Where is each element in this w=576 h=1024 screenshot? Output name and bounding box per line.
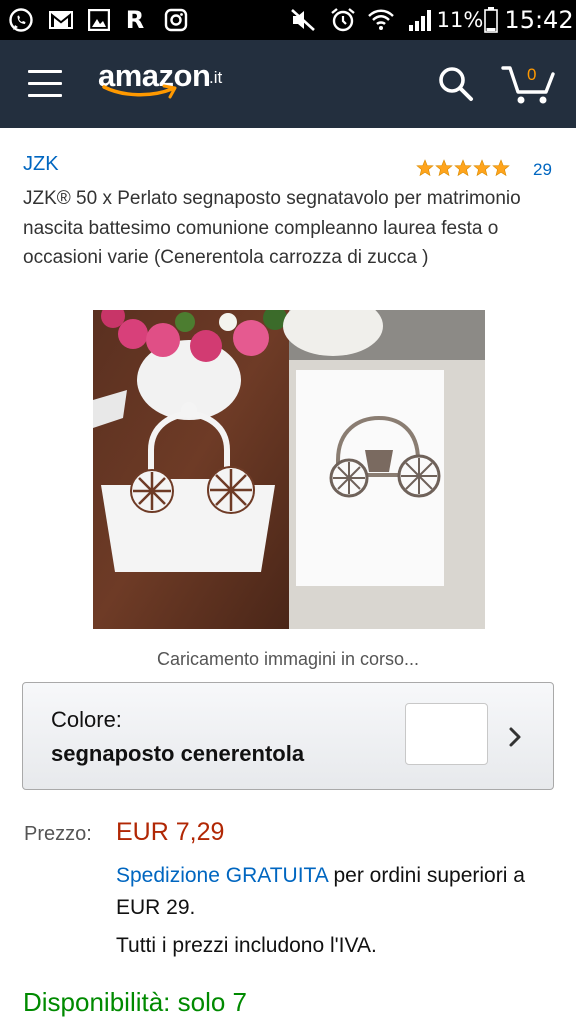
amazon-logo[interactable]: amazon .it <box>98 58 238 108</box>
product-title: JZK® 50 x Perlato segnaposto segnatavolo… <box>23 188 521 268</box>
hamburger-menu-icon[interactable] <box>28 70 62 98</box>
instagram-icon <box>162 7 190 33</box>
wifi-icon <box>366 7 396 33</box>
color-label: Colore: <box>51 707 122 732</box>
battery-icon <box>482 7 500 33</box>
loading-images-text: Caricamento immagini in corso... <box>156 649 420 669</box>
app-header: amazon .it 0 <box>0 40 576 128</box>
color-variation-selector[interactable]: Colore: segnaposto cenerentola <box>22 682 554 790</box>
vat-note: Tutti i prezzi includono l'IVA. <box>116 934 377 957</box>
alarm-icon <box>328 7 358 33</box>
whatsapp-icon <box>6 7 36 33</box>
shipping-info: Spedizione GRATUITA per ordini superiori… <box>116 860 536 924</box>
rating-count-link[interactable]: 29 <box>533 160 552 180</box>
search-icon[interactable] <box>436 64 476 104</box>
cart-count: 0 <box>527 65 537 84</box>
cart-button[interactable]: 0 <box>500 62 556 108</box>
status-bar: R 11% 15:42 <box>0 0 576 40</box>
availability-status: Disponibilità: solo 7 <box>23 987 248 1017</box>
product-image[interactable] <box>93 310 485 629</box>
price-label: Prezzo: <box>24 823 92 845</box>
clock: 15:42 <box>504 6 574 34</box>
logo-domain: .it <box>209 68 223 87</box>
five-stars-icon <box>416 159 510 177</box>
color-value: segnaposto cenerentola <box>51 741 305 766</box>
color-swatch[interactable] <box>405 703 488 765</box>
signal-icon <box>404 7 438 33</box>
star-rating[interactable] <box>416 159 512 177</box>
free-shipping-link[interactable]: Spedizione GRATUITA <box>116 864 328 887</box>
mute-icon <box>288 7 318 33</box>
battery-percent: 11% <box>436 8 484 32</box>
gallery-icon <box>86 7 112 33</box>
gmail-icon <box>46 7 76 33</box>
r-app-icon: R <box>125 6 145 34</box>
price-value: EUR 7,29 <box>116 818 225 846</box>
smile-arrow-icon <box>102 84 177 99</box>
chevron-right-icon <box>509 727 521 747</box>
brand-link[interactable]: JZK <box>23 153 59 176</box>
